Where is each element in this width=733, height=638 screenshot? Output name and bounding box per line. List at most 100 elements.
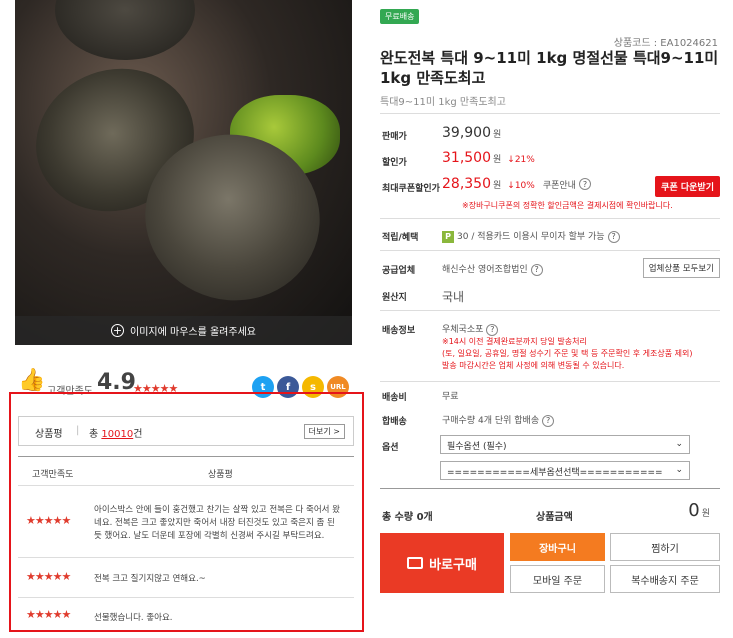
count-suffix: 건 xyxy=(133,429,143,440)
review-more-button[interactable]: 더보기 > xyxy=(303,424,345,439)
coupon-price: 28,350 원 ↓10% 쿠폰안내? xyxy=(442,176,591,192)
shipping-label: 배송정보 xyxy=(382,326,416,336)
coupon-note: ※장바구니쿠폰의 정확한 할인금액은 결제시점에 확인바랍니다. xyxy=(462,201,673,210)
divider xyxy=(380,488,720,489)
shipping-fee-value: 무료 xyxy=(442,392,459,402)
option-label: 옵션 xyxy=(382,443,399,453)
shipping-value: 우체국소포? xyxy=(442,322,499,336)
sale-price-label: 판매가 xyxy=(382,132,407,142)
buy-now-label: 바로구매 xyxy=(429,557,477,573)
shipping-notes: ※14시 이전 결제완료분까지 당일 발송처리 (토, 일요일, 공휴일, 명절… xyxy=(442,336,712,372)
wishlist-button[interactable]: 찜하기 xyxy=(610,533,720,561)
image-hover-hint: + 이미지에 마우스를 올려주세요 xyxy=(15,316,352,345)
supplier-name: 해신수산 영어조합법인 xyxy=(442,265,528,275)
review-stars: ★★★★★ xyxy=(26,570,71,583)
discount-price: 31,500 원 ↓21% xyxy=(442,150,535,166)
shipping-method: 우체국소포 xyxy=(442,325,484,335)
discount-price-label: 할인가 xyxy=(382,158,407,168)
points-value: P 30 / 적용카드 이용시 무이자 할부 가능? xyxy=(442,229,620,243)
required-option-select[interactable]: 필수옵션 (필수) ⌄ xyxy=(440,435,690,454)
required-option-value: 필수옵션 (필수) xyxy=(447,442,507,452)
coupon-info-link[interactable]: 쿠폰안내 xyxy=(543,181,576,191)
coupon-rate: ↓10% xyxy=(507,181,535,191)
supplier-products-button[interactable]: 업체상품 모두보기 xyxy=(642,258,720,278)
won-unit: 원 xyxy=(493,130,502,140)
hover-hint-text: 이미지에 마우스를 올려주세요 xyxy=(130,327,256,338)
coupon-download-button[interactable]: 쿠폰 다운받기 xyxy=(655,176,720,197)
won-unit: 원 xyxy=(493,155,502,165)
card-icon xyxy=(407,557,424,569)
review-stars: ★★★★★ xyxy=(26,514,71,527)
review-row[interactable]: ★★★★★ 아이스박스 안에 들이 훙건했고 찬기는 살짝 있고 전복은 다 죽… xyxy=(18,486,354,558)
buy-now-button[interactable]: 바로구매 xyxy=(380,533,504,593)
help-icon[interactable]: ? xyxy=(578,178,591,190)
divider xyxy=(380,381,720,382)
review-header: 상품평 | 총 10010건 더보기 > xyxy=(18,416,354,446)
thumbs-up-icon: 👍 xyxy=(18,368,46,393)
shipping-note: 발송 마감시간은 업체 사정에 의해 변동될 수 있습니다. xyxy=(442,361,625,370)
review-count-label: 총 10010건 xyxy=(89,425,142,440)
review-text: 아이스박스 안에 들이 훙건했고 찬기는 살짝 있고 전복은 다 죽어서 왔네요… xyxy=(94,505,340,541)
points-label: 적립/혜택 xyxy=(382,233,419,243)
discount-price-value: 31,500 xyxy=(442,150,491,166)
supplier-value: 해신수산 영어조합법인? xyxy=(442,262,543,276)
total-amount-label: 상품금액 xyxy=(536,512,573,523)
review-text: 전복 크고 질기지않고 연해요.~ xyxy=(94,574,206,584)
help-icon[interactable]: ? xyxy=(607,230,620,243)
review-row[interactable]: ★★★★★ 전복 크고 질기지않고 연해요.~ xyxy=(18,558,354,598)
sub-option-value: ===========세부옵션선택=========== xyxy=(447,468,663,478)
points-amount: 30 xyxy=(457,232,469,242)
discount-rate: ↓21% xyxy=(507,155,535,165)
review-columns: 고객만족도 상품평 xyxy=(18,456,354,486)
review-count[interactable]: 10010 xyxy=(101,429,133,440)
review-stars: ★★★★★ xyxy=(26,608,71,621)
count-prefix: 총 xyxy=(89,429,99,440)
won-unit: 원 xyxy=(493,181,502,191)
bundle-value: 구매수량 4개 단위 합배송? xyxy=(442,413,555,427)
review-text: 선물했습니다. 좋아요. xyxy=(94,613,173,623)
total-amount-value: 0 xyxy=(688,500,700,521)
review-section: 상품평 | 총 10010건 더보기 > 고객만족도 상품평 ★★★★★ 아이스… xyxy=(9,392,364,632)
review-title: 상품평 xyxy=(35,429,63,440)
coupon-price-label: 최대쿠폰할인가 xyxy=(382,184,440,194)
divider: | xyxy=(76,425,80,436)
plus-circle-icon: + xyxy=(111,324,125,337)
add-to-cart-button[interactable]: 장바구니 xyxy=(510,533,605,561)
shipping-fee-label: 배송비 xyxy=(382,393,407,403)
divider xyxy=(380,250,720,251)
sale-price: 39,900 원 xyxy=(442,125,501,141)
shipping-note: ※14시 이전 결제완료분까지 당일 발송처리 xyxy=(442,337,587,346)
chevron-down-icon: ⌄ xyxy=(675,439,683,449)
points-extra: / 적용카드 이용시 무이자 할부 가능 xyxy=(471,232,605,242)
free-shipping-badge: 무료배송 xyxy=(380,9,420,24)
review-row[interactable]: ★★★★★ 선물했습니다. 좋아요. xyxy=(18,598,354,630)
abalone-shell-top xyxy=(55,0,195,60)
col-satisfaction: 고객만족도 xyxy=(32,470,74,480)
chevron-down-icon: ⌄ xyxy=(675,465,683,475)
total-amount: 0원 xyxy=(688,500,710,521)
product-code: 상품코드 : EA1024621 xyxy=(613,38,718,49)
divider xyxy=(380,218,720,219)
help-icon[interactable]: ? xyxy=(542,414,555,427)
bundle-text: 구매수량 4개 단위 합배송 xyxy=(442,416,540,426)
divider xyxy=(380,113,720,114)
multi-address-order-button[interactable]: 복수배송지 주문 xyxy=(610,565,720,593)
total-quantity: 총 수량 0개 xyxy=(382,512,433,523)
shipping-note: (토, 일요일, 공휴일, 명절 성수기 주문 및 택 등 주문확인 후 게조상… xyxy=(442,349,693,358)
sub-option-select[interactable]: ===========세부옵션선택=========== ⌄ xyxy=(440,461,690,480)
col-review: 상품평 xyxy=(208,470,233,480)
divider xyxy=(380,310,720,311)
product-title: 완도전복 특대 9~11미 1kg 명절선물 특대9~11미 1kg 만족도최고 xyxy=(380,49,719,87)
help-icon[interactable]: ? xyxy=(486,323,499,336)
product-subtitle: 특대9~11미 1kg 만족도최고 xyxy=(380,97,506,108)
won-unit: 원 xyxy=(701,509,710,519)
mobile-order-button[interactable]: 모바일 주문 xyxy=(510,565,605,593)
help-icon[interactable]: ? xyxy=(530,263,543,276)
origin-label: 원산지 xyxy=(382,293,407,303)
sale-price-value: 39,900 xyxy=(442,125,491,141)
supplier-label: 공급업체 xyxy=(382,266,416,276)
point-icon: P xyxy=(442,230,454,243)
coupon-price-value: 28,350 xyxy=(442,176,491,192)
origin-value: 국내 xyxy=(442,290,465,304)
product-image[interactable] xyxy=(15,0,352,345)
